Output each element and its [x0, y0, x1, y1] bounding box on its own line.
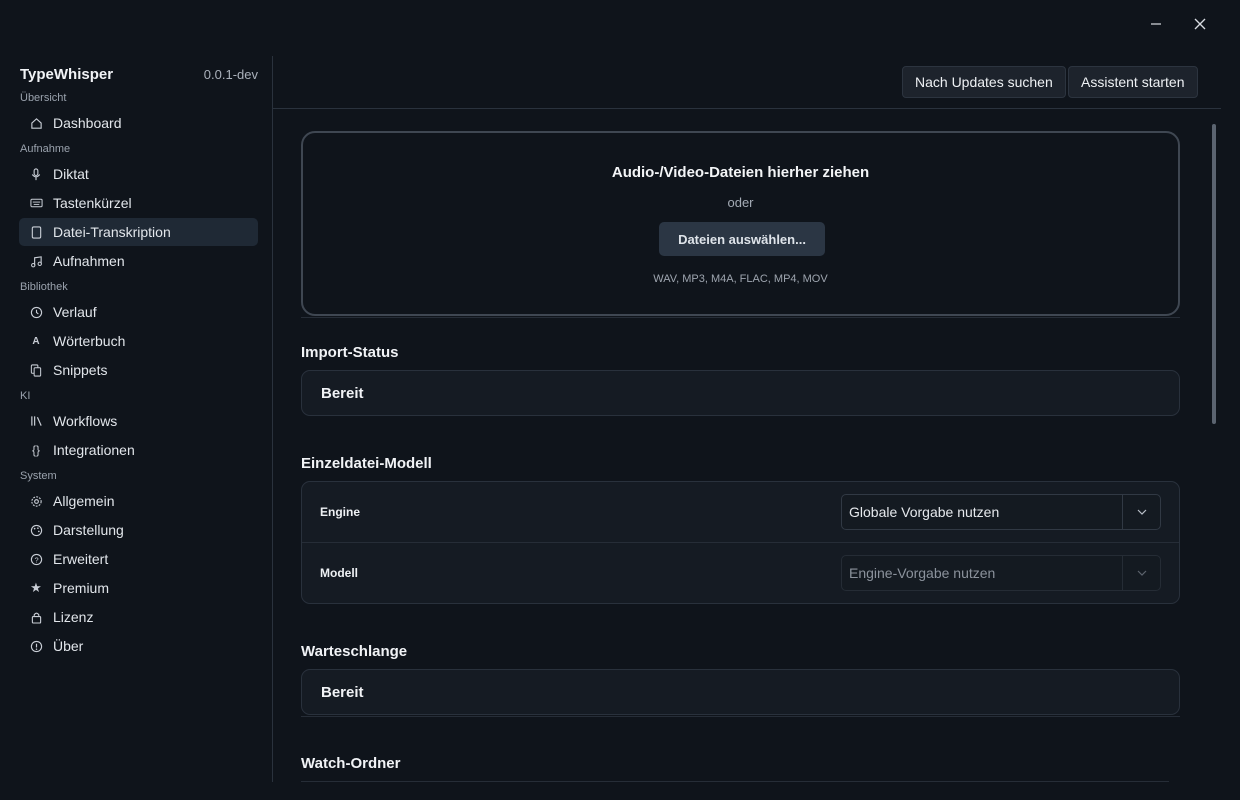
star-icon: ★: [30, 580, 42, 595]
section-label-overview: Übersicht: [20, 92, 67, 104]
sidebar-item-label: Integrationen: [53, 442, 135, 458]
select-files-button[interactable]: Dateien auswählen...: [659, 222, 825, 256]
model-row: Modell Engine-Vorgabe nutzen: [302, 543, 1179, 604]
minimize-icon: [1151, 23, 1161, 25]
sidebar-item-allgemein[interactable]: Allgemein: [19, 487, 258, 515]
start-assistant-button[interactable]: Assistent starten: [1068, 66, 1198, 98]
brand: TypeWhisper 0.0.1-dev: [20, 66, 258, 83]
dropzone-title: Audio-/Video-Dateien hierher ziehen: [611, 164, 870, 181]
home-icon: [29, 116, 43, 130]
sidebar-item-label: Workflows: [53, 413, 118, 429]
single-file-model-title: Einzeldatei-Modell: [301, 455, 432, 472]
engine-label: Engine: [320, 505, 361, 519]
sidebar-item-label: Darstellung: [53, 522, 124, 538]
sidebar-item-diktat[interactable]: Diktat: [19, 160, 258, 188]
sidebar-item-integrationen[interactable]: {} Integrationen: [19, 436, 258, 464]
chevron-down-icon: [1122, 556, 1160, 590]
section-label-ai: KI: [20, 390, 31, 402]
sidebar-item-label: Erweitert: [53, 551, 109, 567]
palette-icon: [29, 523, 43, 537]
history-icon: [29, 305, 43, 319]
library-icon: [29, 414, 43, 428]
sidebar-item-aufnahmen[interactable]: Aufnahmen: [19, 247, 258, 275]
sidebar-item-label: Snippets: [53, 362, 108, 378]
single-file-model-card: Engine Globale Vorgabe nutzen Modell Eng…: [301, 481, 1180, 604]
svg-text:?: ?: [34, 555, 38, 564]
sidebar-item-label: Dashboard: [53, 115, 122, 131]
braces-icon: {}: [31, 443, 40, 457]
section-label-library: Bibliothek: [20, 281, 68, 293]
queue-card: Bereit: [301, 669, 1180, 715]
file-icon: [29, 225, 43, 239]
toolbar: Nach Updates suchen Assistent starten: [273, 56, 1221, 109]
app-version: 0.0.1-dev: [203, 67, 258, 82]
model-select[interactable]: Engine-Vorgabe nutzen: [841, 555, 1161, 591]
queue-status-value: Bereit: [321, 684, 364, 701]
sidebar-item-datei-transkription[interactable]: Datei-Transkription: [19, 218, 258, 246]
sidebar-item-label: Allgemein: [53, 493, 115, 509]
queue-title: Warteschlange: [301, 643, 408, 660]
chevron-down-icon: [1122, 495, 1160, 529]
sidebar-item-label: Datei-Transkription: [53, 224, 171, 240]
section-label-recording: Aufnahme: [20, 143, 71, 155]
sidebar-item-premium[interactable]: ★ Premium: [19, 574, 258, 602]
sidebar-item-label: Wörterbuch: [53, 333, 126, 349]
copy-icon: [29, 363, 43, 377]
divider: [301, 317, 1180, 318]
sidebar-item-label: Premium: [53, 580, 110, 596]
sidebar: TypeWhisper 0.0.1-dev Übersicht Dashboar…: [0, 56, 273, 782]
check-updates-button[interactable]: Nach Updates suchen: [902, 66, 1066, 98]
engine-select[interactable]: Globale Vorgabe nutzen: [841, 494, 1161, 530]
app-name: TypeWhisper: [20, 66, 114, 83]
supported-formats: WAV, MP3, M4A, FLAC, MP4, MOV: [653, 273, 828, 285]
keyboard-icon: [29, 196, 43, 210]
sidebar-item-workflows[interactable]: Workflows: [19, 407, 258, 435]
sidebar-item-label: Aufnahmen: [53, 253, 125, 269]
sidebar-item-lizenz[interactable]: Lizenz: [19, 603, 258, 631]
sidebar-item-label: Verlauf: [53, 304, 97, 320]
close-window-button[interactable]: [1177, 8, 1223, 40]
sidebar-item-ueber[interactable]: Über: [19, 632, 258, 660]
sidebar-item-dashboard[interactable]: Dashboard: [19, 109, 258, 137]
model-label: Modell: [320, 566, 358, 580]
sidebar-item-label: Lizenz: [53, 609, 94, 625]
sidebar-item-woerterbuch[interactable]: A Wörterbuch: [19, 327, 258, 355]
model-select-value: Engine-Vorgabe nutzen: [849, 565, 996, 581]
file-dropzone[interactable]: Audio-/Video-Dateien hierher ziehen oder…: [301, 131, 1180, 316]
engine-row: Engine Globale Vorgabe nutzen: [302, 482, 1179, 543]
sidebar-item-erweitert[interactable]: ? Erweitert: [19, 545, 258, 573]
dictionary-icon: A: [32, 335, 40, 347]
sidebar-item-label: Über: [53, 638, 84, 654]
dropzone-or-text: oder: [727, 195, 754, 210]
microphone-icon: [29, 167, 43, 181]
scrollbar-thumb[interactable]: [1212, 124, 1216, 424]
sidebar-item-label: Diktat: [53, 166, 89, 182]
section-label-system: System: [20, 470, 57, 482]
gear-icon: [29, 494, 43, 508]
info-icon: [29, 639, 43, 653]
sidebar-item-tastenkuerzel[interactable]: Tastenkürzel: [19, 189, 258, 217]
divider: [301, 781, 1169, 782]
sidebar-item-label: Tastenkürzel: [53, 195, 132, 211]
divider: [301, 716, 1180, 717]
minimize-button[interactable]: [1133, 8, 1179, 40]
watch-folder-title: Watch-Ordner: [301, 755, 401, 772]
sidebar-item-darstellung[interactable]: Darstellung: [19, 516, 258, 544]
close-icon: [1194, 18, 1206, 30]
help-circle-icon: ?: [29, 552, 43, 566]
import-status-title: Import-Status: [301, 344, 399, 361]
sidebar-item-snippets[interactable]: Snippets: [19, 356, 258, 384]
engine-select-value: Globale Vorgabe nutzen: [849, 504, 1000, 520]
import-status-card: Bereit: [301, 370, 1180, 416]
lock-icon: [29, 610, 43, 624]
import-status-value: Bereit: [321, 385, 364, 402]
sidebar-item-verlauf[interactable]: Verlauf: [19, 298, 258, 326]
music-note-icon: [29, 254, 43, 268]
